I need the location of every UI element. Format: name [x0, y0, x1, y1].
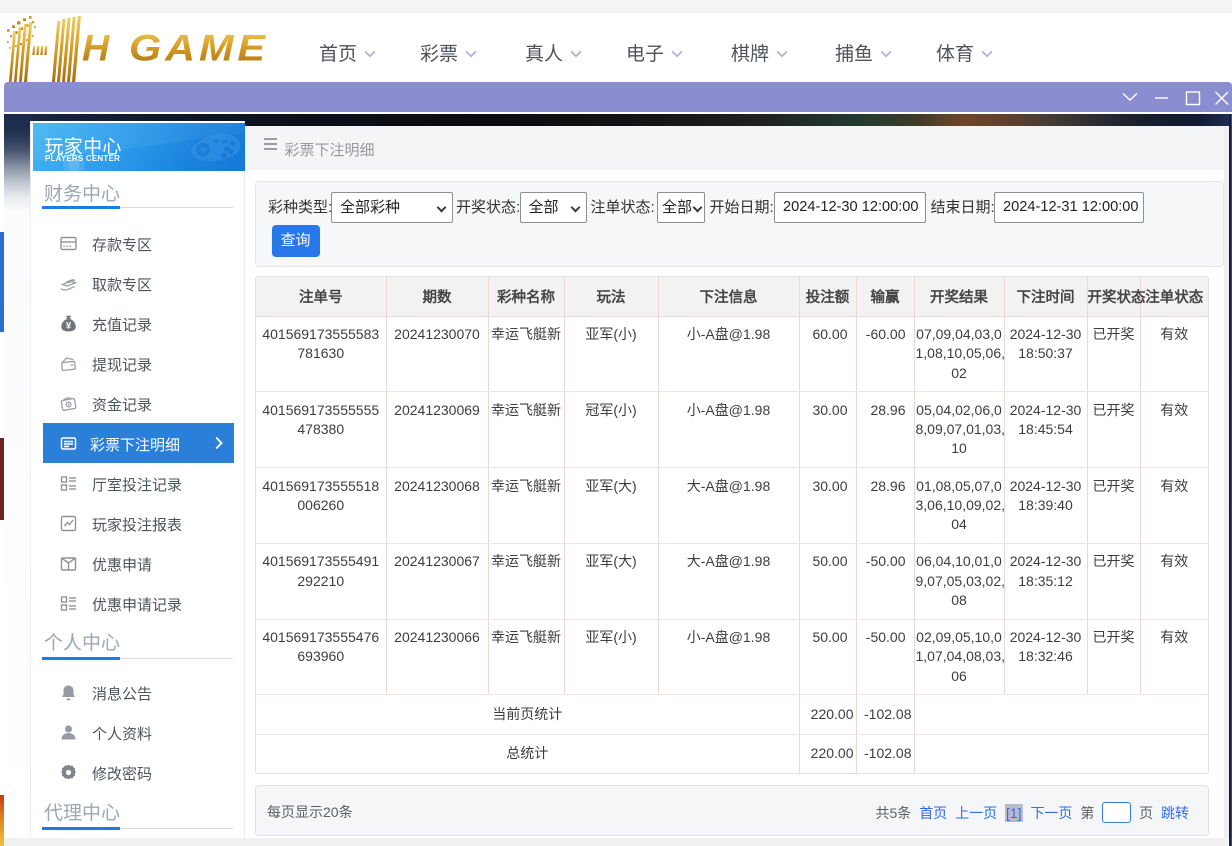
svg-text:H: H: [82, 27, 110, 69]
svg-text:GAME: GAME: [129, 28, 269, 69]
svg-text:¥: ¥: [66, 320, 72, 331]
